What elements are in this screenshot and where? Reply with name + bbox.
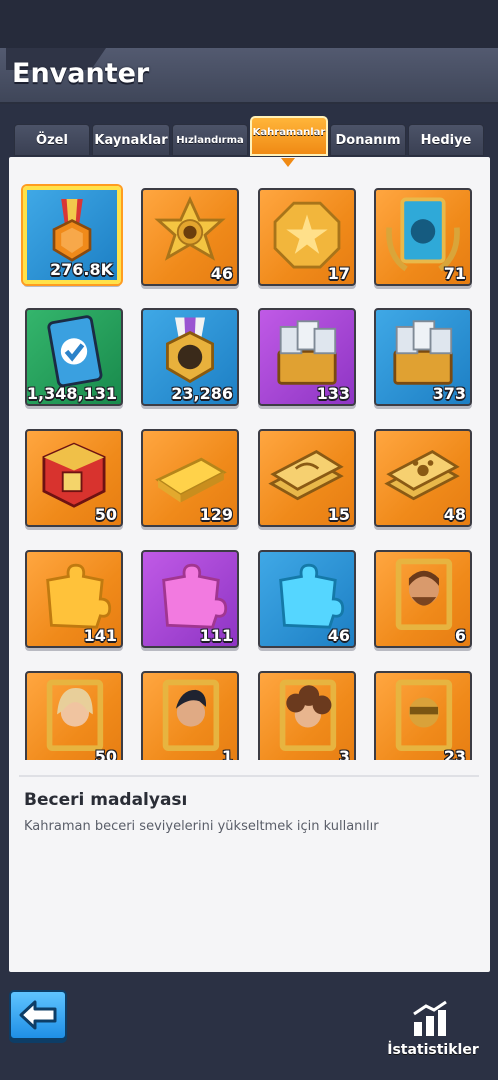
tab-hediye[interactable]: Hediye bbox=[408, 124, 484, 156]
inventory-item[interactable]: 276.8K bbox=[23, 186, 121, 284]
statistics-button[interactable]: İstatistikler bbox=[380, 1000, 486, 1066]
inventory-item[interactable]: 1 bbox=[141, 671, 239, 760]
item-count: 46 bbox=[210, 264, 233, 283]
inventory-item[interactable]: 15 bbox=[258, 429, 356, 527]
item-count: 48 bbox=[443, 505, 466, 524]
item-count: 71 bbox=[443, 264, 466, 283]
inventory-item[interactable]: 3 bbox=[258, 671, 356, 760]
item-count: 15 bbox=[327, 505, 350, 524]
statistics-label: İstatistikler bbox=[387, 1042, 479, 1058]
item-count: 129 bbox=[199, 505, 233, 524]
item-count: 133 bbox=[316, 384, 350, 403]
inventory-item[interactable]: 50 bbox=[25, 671, 123, 760]
inventory-item[interactable]: 50 bbox=[25, 429, 123, 527]
inventory-item[interactable]: 46 bbox=[258, 550, 356, 648]
back-arrow-icon bbox=[19, 1000, 57, 1030]
item-count: 111 bbox=[199, 626, 233, 645]
inventory-item[interactable]: 373 bbox=[374, 308, 472, 406]
selected-item-name: Beceri madalyası bbox=[24, 790, 188, 810]
item-count: 276.8K bbox=[49, 260, 113, 279]
inventory-item[interactable]: 6 bbox=[374, 550, 472, 648]
item-count: 50 bbox=[94, 505, 117, 524]
inventory-item[interactable]: 133 bbox=[258, 308, 356, 406]
tab-kahramanlar[interactable]: Kahramanlar bbox=[250, 116, 328, 156]
item-count: 1 bbox=[221, 747, 233, 760]
tab-ozel[interactable]: Özel bbox=[14, 124, 90, 156]
item-count: 17 bbox=[327, 264, 350, 283]
page-title: Envanter bbox=[12, 58, 150, 89]
inventory-item[interactable]: 17 bbox=[258, 188, 356, 286]
item-count: 1,348,131 bbox=[26, 384, 117, 403]
tab-donanim[interactable]: Donanım bbox=[330, 124, 406, 156]
inventory-grid[interactable]: 276.8K 46 17 71 1,348,131 23,286 133 373… bbox=[9, 166, 490, 760]
selected-item-description: Kahraman beceri seviyelerini yükseltmek … bbox=[24, 819, 379, 834]
inventory-item[interactable]: 23,286 bbox=[141, 308, 239, 406]
item-count: 23 bbox=[443, 747, 466, 760]
inventory-item[interactable]: 23 bbox=[374, 671, 472, 760]
inventory-item[interactable]: 71 bbox=[374, 188, 472, 286]
item-count: 50 bbox=[94, 747, 117, 760]
item-count: 23,286 bbox=[171, 384, 233, 403]
item-count: 3 bbox=[338, 747, 350, 760]
top-status-strip bbox=[0, 0, 498, 48]
tab-kaynaklar[interactable]: Kaynaklar bbox=[92, 124, 170, 156]
item-count: 373 bbox=[432, 384, 466, 403]
back-button[interactable] bbox=[9, 990, 67, 1040]
inventory-item[interactable]: 1,348,131 bbox=[25, 308, 123, 406]
item-count: 6 bbox=[454, 626, 466, 645]
inventory-item[interactable]: 129 bbox=[141, 429, 239, 527]
inventory-item[interactable]: 111 bbox=[141, 550, 239, 648]
detail-divider bbox=[19, 775, 479, 777]
inventory-item[interactable]: 141 bbox=[25, 550, 123, 648]
bar-chart-icon bbox=[413, 1000, 447, 1036]
tab-hizlandirma[interactable]: Hızlandırma bbox=[172, 124, 248, 156]
inventory-item[interactable]: 48 bbox=[374, 429, 472, 527]
item-count: 141 bbox=[83, 626, 117, 645]
inventory-item[interactable]: 46 bbox=[141, 188, 239, 286]
category-tabs: Özel Kaynaklar Hızlandırma Kahramanlar D… bbox=[14, 116, 486, 158]
item-count: 46 bbox=[327, 626, 350, 645]
